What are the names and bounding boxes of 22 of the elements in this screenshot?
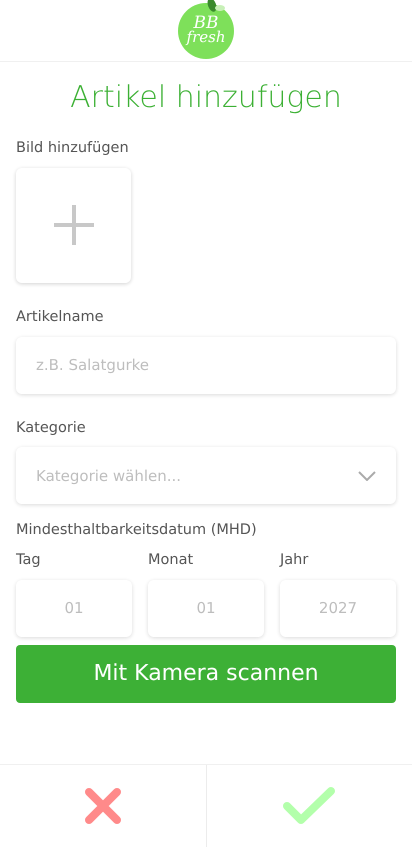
scan-button[interactable]: Mit Kamera scannen: [16, 644, 396, 703]
field-label: Tag: [16, 551, 42, 570]
input-field[interactable]: 01: [16, 580, 132, 637]
leaf-icon: [206, 0, 226, 12]
close-icon: [82, 786, 123, 826]
logo-text: fresh: [186, 31, 226, 45]
input-field[interactable]: 01: [148, 580, 264, 637]
input-field[interactable]: 2027: [280, 580, 396, 637]
field-label: Artikelname: [16, 308, 105, 327]
field-label: Bild hinzufügen: [16, 139, 130, 158]
input-field[interactable]: z.B. Salatgurke: [16, 336, 396, 394]
add-image-button[interactable]: [16, 168, 131, 283]
field-label: Jahr: [280, 551, 310, 570]
page-title: Artikel hinzufügen: [69, 80, 343, 116]
field-label: Monat: [148, 551, 194, 570]
category-select[interactable]: Kategorie wählen...: [16, 447, 396, 504]
logo-text: BB: [194, 16, 218, 32]
field-label: Kategorie: [16, 418, 87, 438]
field-label: Mindesthaltbarkeitsdatum (MHD): [16, 521, 258, 540]
chevron-down-icon: [358, 470, 376, 481]
check-icon: [282, 786, 336, 826]
plus-icon: [52, 203, 96, 248]
